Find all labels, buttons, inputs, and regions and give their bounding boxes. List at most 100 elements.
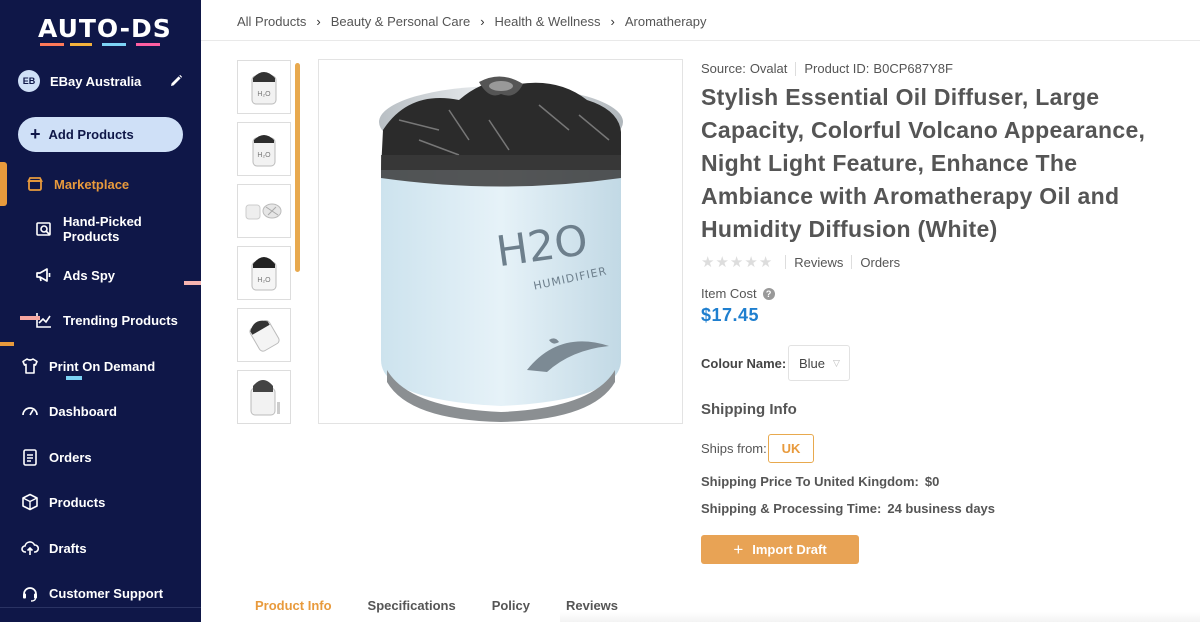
import-draft-button[interactable]: + Import Draft [701, 535, 859, 564]
thumbnail[interactable]: H₂O [237, 122, 291, 176]
pencil-icon[interactable] [168, 73, 184, 89]
account-switcher[interactable]: EB EBay Australia [18, 68, 188, 94]
decor-stroke [0, 342, 14, 346]
breadcrumb-beauty[interactable]: Beauty & Personal Care [331, 14, 470, 29]
svg-text:H₂O: H₂O [257, 277, 271, 284]
breadcrumb-health[interactable]: Health & Wellness [495, 14, 601, 29]
meta-divider [795, 61, 797, 76]
megaphone-icon [36, 268, 51, 282]
sidebar-item-customer-support[interactable]: Customer Support [0, 578, 201, 608]
header-divider [201, 40, 1200, 41]
star-icon: ★ [701, 254, 715, 271]
product-title: Stylish Essential Oil Diffuser, Large Ca… [701, 84, 1146, 242]
ships-from-badge[interactable]: UK [768, 434, 814, 463]
tab-policy[interactable]: Policy [492, 598, 530, 613]
star-icon: ★ [758, 254, 773, 271]
sidebar-item-orders[interactable]: Orders [0, 442, 201, 472]
sidebar-item-ads-spy[interactable]: Ads Spy [0, 260, 201, 290]
plus-icon: + [30, 124, 41, 144]
tab-shadow [560, 612, 1200, 622]
plus-icon: + [733, 539, 744, 559]
star-icon: ★ [744, 254, 758, 271]
sidebar-item-label: Trending Products [63, 312, 178, 328]
box-icon [22, 493, 38, 511]
ships-from-label: Ships from: [701, 441, 767, 456]
sidebar-item-hand-picked[interactable]: Hand-Picked Products [0, 214, 201, 244]
item-price: $17.45 [701, 305, 760, 325]
trending-chart-icon [36, 313, 51, 328]
tab-reviews[interactable]: Reviews [566, 598, 618, 613]
star-icon: ★ [729, 254, 744, 271]
chevron-right-icon: › [316, 14, 321, 29]
sidebar-item-label: Hand-Picked Products [63, 214, 142, 244]
breadcrumb: All Products › Beauty & Personal Care › … [237, 14, 707, 29]
shipping-price-value: $0 [924, 474, 940, 489]
svg-text:H₂O: H₂O [257, 91, 271, 98]
product-id-label: Product ID: [804, 61, 870, 76]
shipping-time-label: Shipping & Processing Time: [701, 501, 882, 516]
shipping-time: Shipping & Processing Time: 24 business d… [701, 501, 995, 516]
rating-divider [785, 255, 787, 269]
breadcrumb-all-products[interactable]: All Products [237, 14, 306, 29]
headset-icon [23, 587, 37, 602]
thumbnail[interactable] [237, 308, 291, 362]
import-draft-label: Import Draft [752, 542, 827, 557]
decor-stroke [20, 316, 40, 320]
gauge-icon [22, 407, 38, 416]
sidebar-item-label: Marketplace [54, 176, 130, 192]
add-products-label: Add Products [48, 127, 134, 142]
shipping-info-heading: Shipping Info [701, 401, 797, 418]
sidebar-item-print-on-demand[interactable]: Print On Demand [0, 351, 201, 381]
shipping-price: Shipping Price To United Kingdom: $0 [701, 474, 939, 489]
source-label: Source: [701, 61, 746, 76]
shirt-icon [22, 358, 38, 374]
sidebar-item-label: Customer Support [49, 585, 164, 601]
thumbnail[interactable] [237, 370, 291, 424]
sidebar-item-label: Dashboard [49, 403, 117, 419]
cloud-upload-icon [21, 541, 39, 555]
tab-product-info[interactable]: Product Info [255, 598, 332, 613]
account-name: EBay Australia [50, 73, 142, 89]
chevron-right-icon: › [480, 14, 485, 29]
shipping-time-value: 24 business days [887, 501, 996, 516]
item-cost-text: Item Cost [701, 286, 757, 301]
colour-value: Blue [799, 355, 826, 371]
sidebar-item-trending[interactable]: Trending Products [0, 305, 201, 335]
colour-label: Colour Name: [701, 356, 787, 371]
thumbnail-scrollbar[interactable] [295, 63, 300, 272]
sidebar-item-drafts[interactable]: Drafts [0, 533, 201, 563]
sidebar-item-label: Drafts [49, 540, 87, 556]
help-icon[interactable]: ? [762, 287, 775, 300]
thumbnail[interactable]: H₂O [237, 60, 291, 114]
source-value: Ovalat [749, 61, 788, 76]
sidebar-item-label: Orders [49, 449, 92, 465]
decor-stroke [184, 281, 201, 285]
thumbnail[interactable]: H₂O [237, 246, 291, 300]
star-icon: ★ [715, 254, 729, 271]
svg-text:H₂O: H₂O [257, 152, 271, 159]
sidebar-item-label: Products [49, 494, 106, 510]
colour-select[interactable]: Blue ▽ [788, 345, 850, 381]
decor-stroke [66, 376, 82, 380]
shipping-price-label: Shipping Price To United Kingdom: [701, 474, 919, 489]
logo-underline [40, 43, 160, 46]
sidebar-item-marketplace[interactable]: Marketplace [0, 169, 201, 199]
main-product-image[interactable]: H2O HUMIDIFIER [318, 59, 683, 424]
avatar: EB [18, 70, 40, 92]
product-id-value: B0CP687Y8F [873, 61, 953, 76]
clipboard-icon [23, 449, 37, 466]
sidebar-divider [0, 607, 201, 608]
orders-link[interactable]: Orders [860, 255, 900, 270]
chevron-down-icon: ▽ [833, 357, 840, 368]
chevron-right-icon: › [610, 14, 615, 29]
autods-logo[interactable]: AUTO-DS [38, 14, 172, 43]
breadcrumb-aromatherapy[interactable]: Aromatherapy [625, 14, 707, 29]
tab-specifications[interactable]: Specifications [368, 598, 456, 613]
sidebar-item-products[interactable]: Products [0, 487, 201, 517]
add-products-button[interactable]: + Add Products [18, 117, 183, 152]
thumbnail[interactable] [237, 184, 291, 238]
sidebar-item-dashboard[interactable]: Dashboard [0, 396, 201, 426]
product-meta: Source: Ovalat Product ID: B0CP687Y8F [701, 61, 953, 76]
rating-divider [851, 255, 853, 269]
reviews-link[interactable]: Reviews [794, 255, 843, 270]
